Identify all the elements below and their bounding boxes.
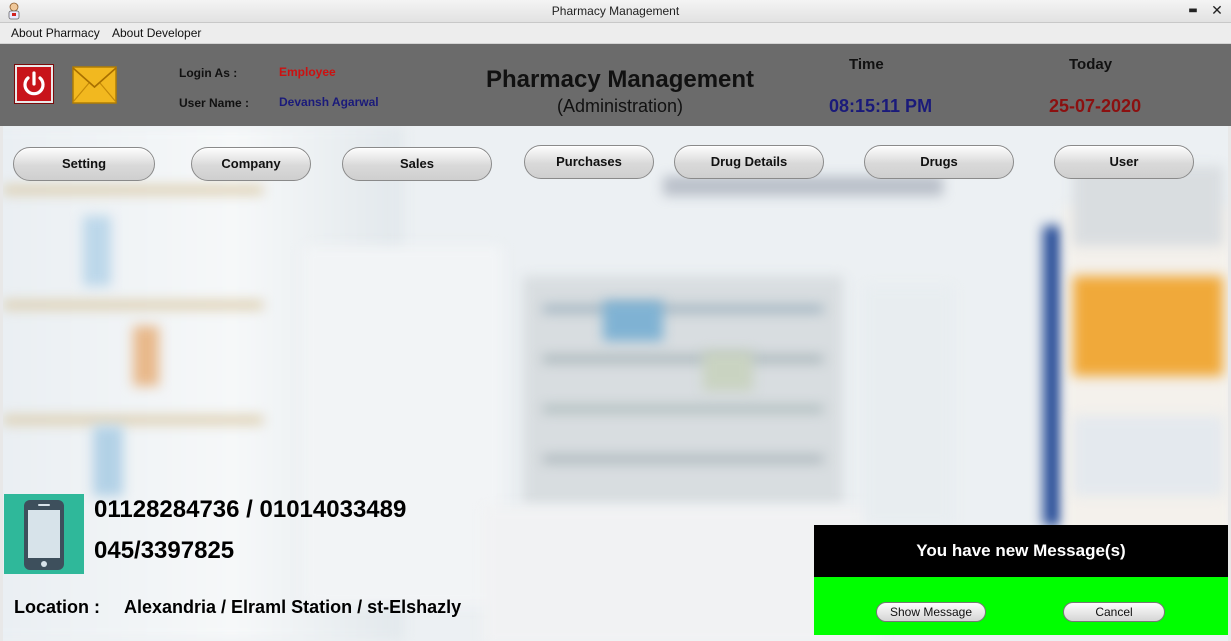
nav-drug-details-button[interactable]: Drug Details xyxy=(674,145,824,179)
nav-sales-button[interactable]: Sales xyxy=(342,147,492,181)
app-title: Pharmacy Management xyxy=(485,66,755,93)
time-value: 08:15:11 PM xyxy=(829,96,933,116)
menu-about-pharmacy[interactable]: About Pharmacy xyxy=(11,26,100,40)
nav-user-button[interactable]: User xyxy=(1054,145,1194,179)
power-icon xyxy=(23,71,45,96)
close-window-button[interactable]: ✕ xyxy=(1206,1,1228,21)
new-message-banner: You have new Message(s) xyxy=(814,525,1228,577)
nav-drugs-button[interactable]: Drugs xyxy=(864,145,1014,179)
login-role-value: Employee xyxy=(279,65,336,79)
phone-numbers: 01128284736 / 01014033489 xyxy=(94,496,407,523)
mail-button[interactable] xyxy=(72,65,117,105)
cancel-button[interactable]: Cancel xyxy=(1063,602,1165,622)
user-name-label: User Name : xyxy=(179,96,250,110)
date-value: 25-07-2020 xyxy=(1049,96,1142,116)
location-label: Location : xyxy=(14,597,100,617)
smartphone-card xyxy=(4,494,84,574)
nav-purchases-button[interactable]: Purchases xyxy=(524,145,654,179)
app-subtitle: (Administration) xyxy=(556,96,684,116)
user-name-value: Devansh Agarwal xyxy=(279,95,379,109)
login-as-label: Login As : xyxy=(179,66,238,80)
new-message-text: You have new Message(s) xyxy=(916,541,1126,560)
nav-setting-button[interactable]: Setting xyxy=(13,147,155,181)
header-panel: Login As : Employee User Name : Devansh … xyxy=(0,44,1231,126)
message-actions-panel: Show Message Cancel xyxy=(814,577,1228,635)
date-label: Today xyxy=(1069,56,1113,73)
minimize-button[interactable]: ▬ xyxy=(1182,1,1204,21)
mail-icon xyxy=(72,66,117,104)
main-content: Setting Company Sales Purchases Drug Det… xyxy=(3,126,1228,641)
menu-bar: About Pharmacy About Developer xyxy=(0,23,1231,44)
time-label: Time xyxy=(849,56,884,73)
nav-company-button[interactable]: Company xyxy=(191,147,311,181)
smartphone-icon xyxy=(24,500,64,570)
window-title: Pharmacy Management xyxy=(551,4,680,18)
window-title-bar: Pharmacy Management ▬ ✕ xyxy=(0,0,1231,23)
show-message-button[interactable]: Show Message xyxy=(876,602,986,622)
landline-number: 045/3397825 xyxy=(94,537,235,564)
menu-about-developer[interactable]: About Developer xyxy=(112,26,201,40)
power-button[interactable] xyxy=(15,65,53,103)
location-value: Alexandria / Elraml Station / st-Elshazl… xyxy=(124,597,462,617)
